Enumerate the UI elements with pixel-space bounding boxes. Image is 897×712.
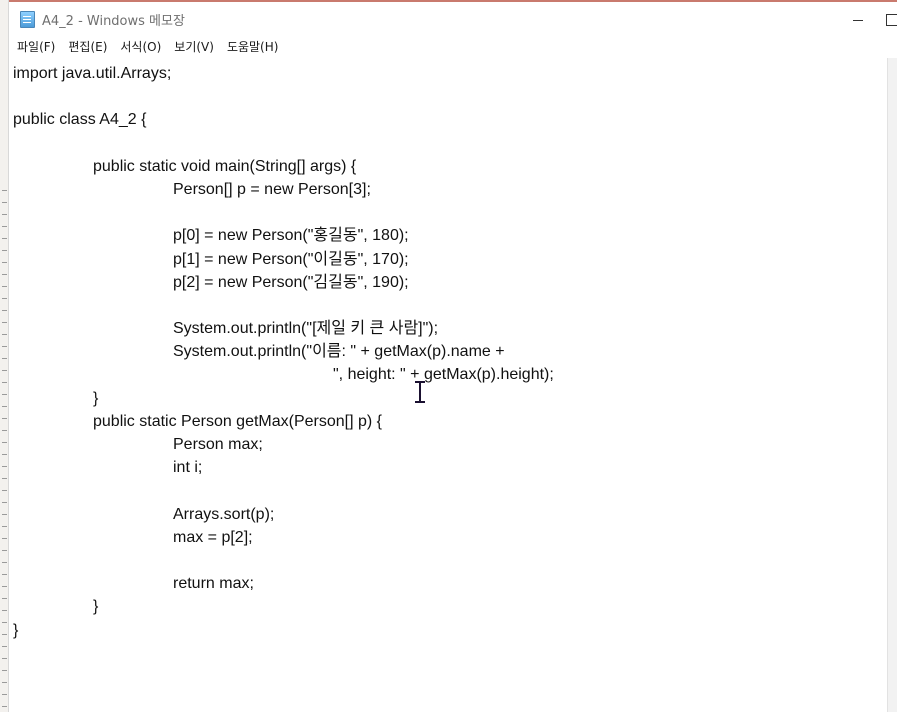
menu-file[interactable]: 파일(F) <box>16 36 56 57</box>
ruler-tick <box>2 382 7 383</box>
ruler-tick <box>2 262 7 263</box>
code-line[interactable]: public class A4_2 { <box>13 108 554 131</box>
ruler-tick <box>2 298 7 299</box>
maximize-icon <box>886 14 897 26</box>
code-line[interactable] <box>13 132 554 155</box>
code-line[interactable]: } <box>13 619 554 642</box>
ruler-tick <box>2 442 7 443</box>
ruler-tick <box>2 394 7 395</box>
ruler-tick <box>2 370 7 371</box>
maximize-button[interactable] <box>872 6 897 34</box>
ruler-tick <box>2 598 7 599</box>
ruler-tick <box>2 454 7 455</box>
code-line[interactable] <box>13 479 554 502</box>
ruler-tick <box>2 478 7 479</box>
ruler-tick <box>2 646 7 647</box>
ruler-tick <box>2 238 7 239</box>
code-line[interactable]: System.out.println("[제일 키 큰 사람]"); <box>13 317 554 340</box>
code-text[interactable]: import java.util.Arrays; public class A4… <box>13 62 554 642</box>
ruler-tick <box>2 310 7 311</box>
notepad-icon <box>20 11 35 28</box>
ruler-tick <box>2 286 7 287</box>
minimize-icon <box>853 19 863 21</box>
ruler-tick <box>2 538 7 539</box>
code-line[interactable]: return max; <box>13 572 554 595</box>
menu-bar: 파일(F) 편집(E) 서식(O) 보기(V) 도움말(H) <box>10 34 897 58</box>
ruler-tick <box>2 190 7 191</box>
menu-view[interactable]: 보기(V) <box>173 36 215 57</box>
window-title: A4_2 - Windows 메모장 <box>42 14 185 29</box>
code-line[interactable]: public static void main(String[] args) { <box>13 155 554 178</box>
ruler-tick <box>2 586 7 587</box>
code-line[interactable]: import java.util.Arrays; <box>13 62 554 85</box>
ruler-tick <box>2 658 7 659</box>
ruler-tick <box>2 334 7 335</box>
ruler-tick <box>2 610 7 611</box>
ruler-tick <box>2 562 7 563</box>
code-line[interactable]: ", height: " + getMax(p).height); <box>13 363 554 386</box>
ruler-tick <box>2 226 7 227</box>
ruler-tick <box>2 202 7 203</box>
ruler-tick <box>2 574 7 575</box>
ruler-tick <box>2 214 7 215</box>
code-line[interactable]: System.out.println("이름: " + getMax(p).na… <box>13 340 554 363</box>
ruler-tick <box>2 430 7 431</box>
menu-help[interactable]: 도움말(H) <box>226 36 280 57</box>
code-line[interactable]: Person max; <box>13 433 554 456</box>
code-line[interactable]: p[0] = new Person("홍길동", 180); <box>13 224 554 247</box>
ruler-tick <box>2 406 7 407</box>
menu-edit[interactable]: 편집(E) <box>67 36 108 57</box>
code-line[interactable] <box>13 201 554 224</box>
ruler-tick <box>2 418 7 419</box>
menu-format[interactable]: 서식(O) <box>119 36 162 57</box>
ruler-tick <box>2 526 7 527</box>
code-line[interactable]: p[1] = new Person("이길동", 170); <box>13 248 554 271</box>
vertical-scrollbar[interactable] <box>887 58 897 712</box>
code-line[interactable]: int i; <box>13 456 554 479</box>
code-line[interactable]: p[2] = new Person("김길동", 190); <box>13 271 554 294</box>
ruler-tick <box>2 682 7 683</box>
code-line[interactable] <box>13 294 554 317</box>
ruler-tick <box>2 622 7 623</box>
code-line[interactable] <box>13 549 554 572</box>
ruler-tick <box>2 274 7 275</box>
ruler-tick <box>2 634 7 635</box>
ruler-tick <box>2 466 7 467</box>
code-line[interactable]: max = p[2]; <box>13 526 554 549</box>
ruler-tick <box>2 706 7 707</box>
code-line[interactable]: } <box>13 595 554 618</box>
left-ruler-strip <box>0 0 9 712</box>
text-cursor-icon <box>414 381 426 403</box>
title-bar[interactable]: A4_2 - Windows 메모장 <box>10 2 897 34</box>
ruler-tick <box>2 550 7 551</box>
ruler-tick <box>2 502 7 503</box>
ruler-tick <box>2 322 7 323</box>
code-line[interactable]: } <box>13 387 554 410</box>
ruler-tick <box>2 250 7 251</box>
code-line[interactable]: Person[] p = new Person[3]; <box>13 178 554 201</box>
code-line[interactable] <box>13 85 554 108</box>
ruler-tick <box>2 346 7 347</box>
code-line[interactable]: Arrays.sort(p); <box>13 503 554 526</box>
ruler-tick <box>2 514 7 515</box>
ruler-tick <box>2 358 7 359</box>
code-line[interactable]: public static Person getMax(Person[] p) … <box>13 410 554 433</box>
ruler-tick <box>2 490 7 491</box>
ruler-tick <box>2 694 7 695</box>
text-editor-area[interactable]: import java.util.Arrays; public class A4… <box>10 58 887 712</box>
ruler-tick <box>2 670 7 671</box>
